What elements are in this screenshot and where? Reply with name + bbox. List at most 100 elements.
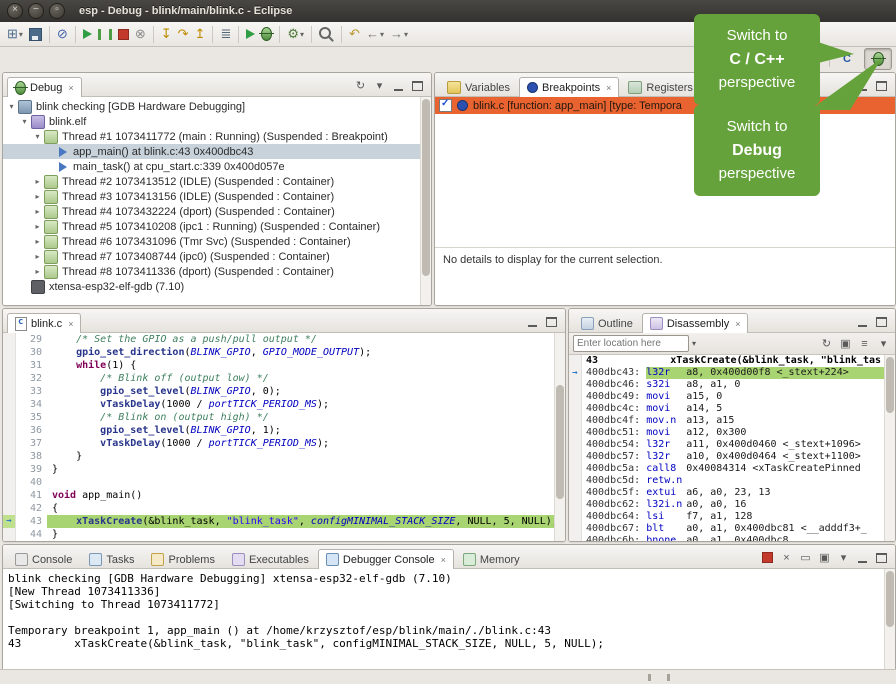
close-icon[interactable] xyxy=(735,319,740,329)
view-menu-icon[interactable] xyxy=(372,78,387,93)
location-input[interactable] xyxy=(573,335,689,352)
step-into-button[interactable]: ↧ xyxy=(158,25,175,43)
close-icon[interactable] xyxy=(606,83,611,93)
console-output[interactable]: blink checking [GDB Hardware Debugging] … xyxy=(3,569,885,671)
close-icon[interactable] xyxy=(441,555,446,565)
scrollbar-thumb[interactable] xyxy=(886,357,894,413)
close-icon[interactable] xyxy=(68,319,73,329)
expand-icon[interactable]: ▸ xyxy=(32,177,43,186)
debug-tree-item[interactable]: ▸Thread #5 1073410208 (ipc1 : Running) (… xyxy=(3,219,421,234)
disassembly-line[interactable]: 400dbc62:l32i.na0, a0, 16 xyxy=(569,499,885,511)
debug-tree-item[interactable]: ▾blink.elf xyxy=(3,114,421,129)
disassembly-content[interactable]: 43 xTaskCreate(&blink_task, "blink_tas→4… xyxy=(569,355,885,541)
editor-line[interactable]: 35 /* Blink on (output high) */ xyxy=(3,411,555,424)
editor-line[interactable]: 36 gpio_set_level(BLINK_GPIO, 1); xyxy=(3,424,555,437)
close-icon[interactable] xyxy=(68,83,73,93)
debug-tree-scrollbar[interactable] xyxy=(420,97,431,305)
editor-content[interactable]: 29 /* Set the GPIO as a push/pull output… xyxy=(3,333,555,541)
editor-line[interactable]: →43 xTaskCreate(&blink_task, "blink_task… xyxy=(3,515,555,528)
minimize-icon[interactable] xyxy=(858,553,867,563)
tab-memory[interactable]: Memory xyxy=(455,549,528,569)
tab-blink-c[interactable]: blink.c xyxy=(7,313,81,333)
expand-icon[interactable]: ▸ xyxy=(32,222,43,231)
back-button[interactable]: ←▾ xyxy=(363,25,387,43)
disassembly-line[interactable]: →400dbc43:l32ra8, 0x400d00f8 <_stext+224… xyxy=(569,367,885,379)
collapse-icon[interactable]: ▾ xyxy=(6,102,17,111)
disassembly-line[interactable]: 400dbc67:blta0, a1, 0x400dbc81 <__adddf3… xyxy=(569,523,885,535)
disassembly-line[interactable]: 400dbc5a:call80x40084314 <xTaskCreatePin… xyxy=(569,463,885,475)
scrollbar-thumb[interactable] xyxy=(886,571,894,627)
disconnect-button[interactable]: ⊗ xyxy=(132,25,149,43)
minimize-icon[interactable] xyxy=(528,317,537,327)
window-close-button[interactable] xyxy=(7,3,23,19)
chevron-down-icon[interactable]: ▾ xyxy=(692,339,696,348)
disassembly-line[interactable]: 400dbc49:movia15, 0 xyxy=(569,391,885,403)
editor-line[interactable]: 32 /* Blink off (output low) */ xyxy=(3,372,555,385)
disassembly-line[interactable]: 400dbc6b:bnonea0, a1, 0x400dbc8 xyxy=(569,535,885,541)
skip-all-breakpoints-button[interactable]: ⊘ xyxy=(54,25,71,43)
external-tools-button[interactable]: ⚙▾ xyxy=(284,25,307,43)
remove-launch-icon[interactable] xyxy=(779,550,794,565)
disassembly-scrollbar[interactable] xyxy=(884,355,895,541)
debug-tree-item[interactable]: ▸Thread #2 1073413512 (IDLE) (Suspended … xyxy=(3,174,421,189)
minimize-icon[interactable] xyxy=(394,81,403,91)
search-button[interactable] xyxy=(316,25,337,44)
clear-console-icon[interactable] xyxy=(798,550,813,565)
breakpoint-checkbox[interactable] xyxy=(439,99,452,112)
disassembly-line[interactable]: 400dbc51:movia12, 0x300 xyxy=(569,427,885,439)
disassembly-line[interactable]: 400dbc5d:retw.n xyxy=(569,475,885,487)
editor-line[interactable]: 33 gpio_set_level(BLINK_GPIO, 0); xyxy=(3,385,555,398)
show-source-icon[interactable] xyxy=(857,336,872,351)
maximize-icon[interactable] xyxy=(876,553,887,563)
display-selected-console-icon[interactable] xyxy=(836,550,851,565)
editor-line[interactable]: 37 vTaskDelay(1000 / portTICK_PERIOD_MS)… xyxy=(3,437,555,450)
run-button[interactable] xyxy=(243,27,258,41)
step-over-button[interactable]: ↷ xyxy=(175,25,192,43)
sash-grip[interactable] xyxy=(648,674,670,679)
editor-line[interactable]: 44} xyxy=(3,528,555,541)
tab-problems[interactable]: Problems xyxy=(143,549,222,569)
suspend-button[interactable] xyxy=(95,27,115,42)
expand-icon[interactable]: ▸ xyxy=(32,207,43,216)
tab-breakpoints[interactable]: Breakpoints xyxy=(519,77,619,97)
debug-button[interactable] xyxy=(258,25,275,43)
editor-line[interactable]: 34 vTaskDelay(1000 / portTICK_PERIOD_MS)… xyxy=(3,398,555,411)
debug-tree-item[interactable]: ▸Thread #6 1073431096 (Tmr Svc) (Suspend… xyxy=(3,234,421,249)
editor-line[interactable]: 42{ xyxy=(3,502,555,515)
tab-outline[interactable]: Outline xyxy=(573,313,641,333)
tab-tasks[interactable]: Tasks xyxy=(81,549,142,569)
step-return-button[interactable]: ↥ xyxy=(192,25,209,43)
editor-line[interactable]: 40 xyxy=(3,476,555,489)
tab-variables[interactable]: Variables xyxy=(439,77,518,97)
pin-icon[interactable] xyxy=(838,336,853,351)
scrollbar-thumb[interactable] xyxy=(556,385,564,499)
terminate-button[interactable] xyxy=(115,27,132,42)
debug-tree-item[interactable]: ▾Thread #1 1073411772 (main : Running) (… xyxy=(3,129,421,144)
editor-line[interactable]: 41void app_main() xyxy=(3,489,555,502)
editor-scrollbar[interactable] xyxy=(554,333,565,541)
disassembly-line[interactable]: 43 xTaskCreate(&blink_task, "blink_tas xyxy=(569,355,885,367)
tab-console[interactable]: Console xyxy=(7,549,80,569)
pin-console-icon[interactable] xyxy=(817,550,832,565)
tab-executables[interactable]: Executables xyxy=(224,549,317,569)
disassembly-line[interactable]: 400dbc54:l32ra11, 0x400d0460 <_stext+109… xyxy=(569,439,885,451)
disassembly-line[interactable]: 400dbc5f:extuia6, a0, 23, 13 xyxy=(569,487,885,499)
minimize-icon[interactable] xyxy=(858,317,867,327)
disassembly-line[interactable]: 400dbc46:s32ia8, a1, 0 xyxy=(569,379,885,391)
last-edit-location-button[interactable]: ↶ xyxy=(346,25,363,43)
restart-icon[interactable] xyxy=(353,78,368,93)
debug-tree-item[interactable]: ▸Thread #8 1073411336 (dport) (Suspended… xyxy=(3,264,421,279)
view-menu-icon[interactable] xyxy=(876,336,891,351)
console-scrollbar[interactable] xyxy=(884,569,895,671)
expand-icon[interactable]: ▸ xyxy=(32,252,43,261)
maximize-icon[interactable] xyxy=(876,317,887,327)
tab-debugger-console[interactable]: Debugger Console xyxy=(318,549,454,569)
editor-line[interactable]: 30 gpio_set_direction(BLINK_GPIO, GPIO_M… xyxy=(3,346,555,359)
disassembly-line[interactable]: 400dbc57:l32ra10, 0x400d0464 <_stext+110… xyxy=(569,451,885,463)
instruction-stepping-button[interactable]: ≣ xyxy=(217,25,234,43)
editor-line[interactable]: 29 /* Set the GPIO as a push/pull output… xyxy=(3,333,555,346)
new-wizard-button[interactable]: ⊞▾ xyxy=(4,25,26,43)
expand-icon[interactable]: ▸ xyxy=(32,192,43,201)
tab-debug[interactable]: Debug xyxy=(7,77,82,97)
expand-icon[interactable]: ▸ xyxy=(32,237,43,246)
